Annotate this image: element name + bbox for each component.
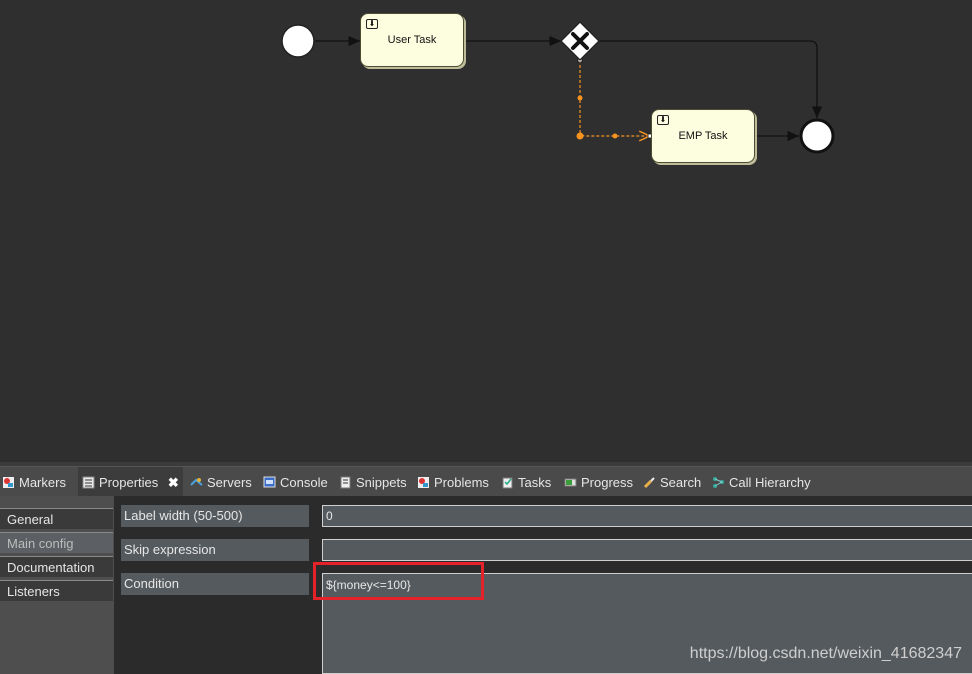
skip-expression-input[interactable] xyxy=(322,539,972,561)
skip-expression-label: Skip expression xyxy=(121,539,309,561)
task-label: User Task xyxy=(387,34,437,46)
label-width-label: Label width (50-500) xyxy=(121,505,309,527)
nav-item-listeners[interactable]: Listeners xyxy=(0,580,113,601)
search-icon xyxy=(643,477,655,489)
flow-bend-point[interactable] xyxy=(612,133,618,139)
task-label: EMP Task xyxy=(678,130,728,142)
nav-item-main-config[interactable]: Main config xyxy=(0,532,113,553)
start-event[interactable] xyxy=(281,24,315,58)
flow-bend-point[interactable] xyxy=(576,132,584,140)
tab-console[interactable]: Console xyxy=(263,467,328,497)
call-hierarchy-icon xyxy=(713,477,724,488)
highlight-box xyxy=(313,562,484,600)
flow-gateway-to-end[interactable] xyxy=(599,40,823,118)
flow-bend-point[interactable] xyxy=(577,95,583,101)
user-task[interactable]: ⬇ User Task xyxy=(360,13,464,67)
process-diagram-canvas[interactable]: ⬇ User Task ⬇ EMP Task xyxy=(0,0,972,462)
nav-item-documentation[interactable]: Documentation xyxy=(0,556,113,577)
tab-markers[interactable]: Markers xyxy=(2,467,66,497)
tab-progress[interactable]: Progress xyxy=(564,467,633,497)
diagram-svg xyxy=(281,21,835,154)
user-task-icon: ⬇ xyxy=(657,115,669,125)
console-icon xyxy=(263,476,276,488)
tasks-icon xyxy=(502,477,513,489)
close-icon[interactable]: ✖ xyxy=(168,475,179,490)
end-event[interactable] xyxy=(799,118,835,154)
condition-label: Condition xyxy=(121,573,309,595)
watermark: https://blog.csdn.net/weixin_41682347 xyxy=(689,645,962,662)
tab-tasks[interactable]: Tasks xyxy=(501,467,551,497)
emp-task[interactable]: ⬇ EMP Task xyxy=(651,109,755,163)
markers-icon xyxy=(3,477,14,488)
tab-servers[interactable]: Servers xyxy=(190,467,252,497)
label-width-input[interactable]: 0 xyxy=(322,505,972,527)
properties-nav: General Main config Documentation Listen… xyxy=(0,496,114,674)
problems-icon xyxy=(418,477,429,488)
snippets-icon xyxy=(340,476,351,489)
tab-search[interactable]: Search xyxy=(643,467,701,497)
exclusive-gateway[interactable] xyxy=(560,21,600,61)
servers-icon xyxy=(190,478,203,486)
properties-icon xyxy=(82,476,95,489)
flow-gateway-to-emptask-selected[interactable] xyxy=(579,60,650,136)
tab-problems[interactable]: Problems xyxy=(417,467,489,497)
tab-snippets[interactable]: Snippets xyxy=(339,467,407,497)
tab-call-hierarchy[interactable]: Call Hierarchy xyxy=(712,467,811,497)
progress-icon xyxy=(564,478,577,487)
view-tab-bar: Markers Properties ✖ Servers Console Sni… xyxy=(0,466,972,497)
user-task-icon: ⬇ xyxy=(366,19,378,29)
tab-properties[interactable]: Properties ✖ xyxy=(78,467,183,497)
nav-item-general[interactable]: General xyxy=(0,508,113,529)
